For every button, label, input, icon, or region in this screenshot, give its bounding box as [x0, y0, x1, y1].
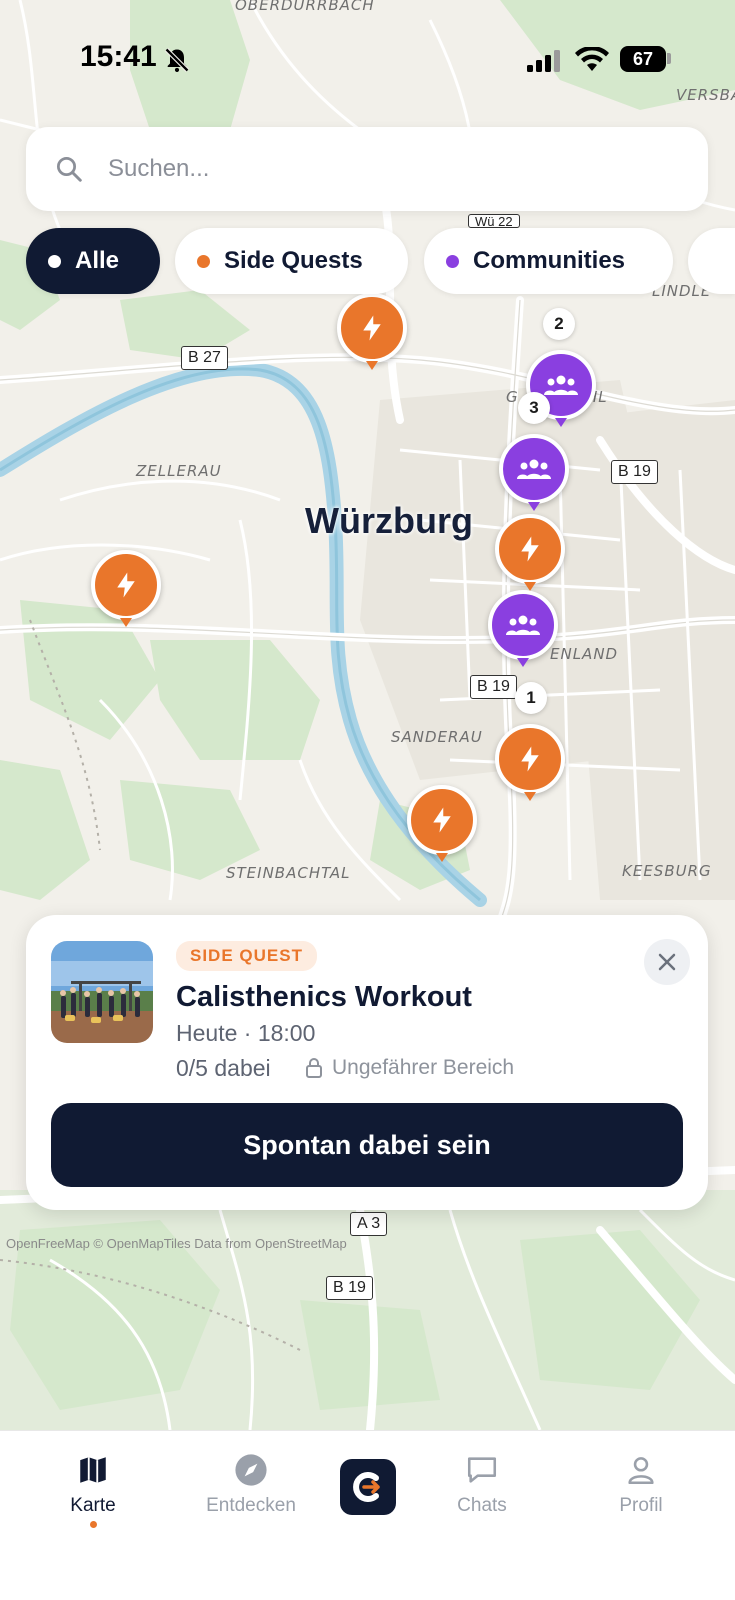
event-photo [51, 941, 153, 1043]
battery-icon: 67 [620, 46, 666, 72]
bottom-tab-bar: Karte Entdecken Chats Profil [0, 1430, 735, 1600]
event-preview-card[interactable]: SIDE QUEST Calisthenics Workout Heute · … [26, 915, 708, 1210]
district-label: ENLAND [550, 645, 619, 663]
side-quest-pin[interactable] [91, 550, 161, 630]
chat-icon [467, 1457, 497, 1483]
compass-icon [235, 1454, 267, 1486]
event-area-label: Ungefährer Bereich [332, 1056, 515, 1079]
filter-dot [446, 254, 459, 268]
tab-chats[interactable]: Chats [412, 1453, 552, 1543]
active-tab-indicator [89, 1521, 97, 1528]
road-shield: B 19 [326, 1276, 373, 1300]
event-location-precision: Ungefährer Bereich [304, 1056, 514, 1080]
filter-label: Alle [75, 247, 120, 274]
bolt-icon [521, 746, 539, 772]
cluster-count-badge: 2 [543, 308, 575, 340]
road-shield: B 19 [470, 675, 517, 699]
battery-tip [667, 53, 671, 64]
city-label: Würzburg [305, 500, 473, 541]
tab-label: Entdecken [206, 1495, 296, 1516]
filter-chip-communities[interactable]: Communities [424, 228, 673, 294]
filter-label: Side Quests [224, 247, 363, 274]
district-label: VERSBA [676, 86, 735, 104]
search-placeholder: Suchen... [108, 155, 210, 182]
battery-level: 67 [632, 48, 654, 69]
district-label: OBERDÜRRBACH [235, 0, 375, 14]
bolt-icon [363, 315, 381, 341]
lock-icon [306, 1058, 322, 1078]
road-shield: B 27 [181, 346, 228, 370]
close-card-button[interactable] [644, 939, 690, 985]
person-icon [628, 1457, 654, 1485]
event-type-badge: SIDE QUEST [176, 941, 317, 971]
signal-icon [527, 50, 560, 72]
app-logo-icon [353, 1472, 380, 1502]
bolt-icon [117, 572, 135, 598]
status-time: 15:41 [80, 40, 157, 73]
tab-entdecken[interactable]: Entdecken [181, 1453, 321, 1543]
filter-dot [48, 254, 61, 268]
district-label: STEINBACHTAL [226, 864, 351, 882]
bell-slash-icon [164, 47, 190, 73]
tab-profil[interactable]: Profil [571, 1453, 711, 1543]
filter-chip-side-quests[interactable]: Side Quests [175, 228, 408, 294]
wifi-icon [575, 47, 609, 71]
tab-label: Chats [457, 1495, 507, 1516]
event-time: Heute · 18:00 [176, 1020, 316, 1046]
tab-label: Profil [619, 1495, 663, 1516]
search-icon [57, 157, 82, 182]
cluster-count-badge: 3 [518, 392, 550, 424]
community-pin[interactable] [499, 434, 569, 514]
side-quest-pin[interactable] [495, 514, 565, 594]
side-quest-pin[interactable] [337, 293, 407, 373]
group-icon [544, 375, 578, 395]
district-label: G [506, 388, 519, 406]
district-label: ZELLERAU [136, 462, 222, 480]
district-label: SANDERAU [391, 728, 483, 746]
map-attribution[interactable]: OpenFreeMap © OpenMapTiles Data from Ope… [6, 1236, 347, 1251]
group-icon [517, 459, 551, 479]
road-shield: B 19 [611, 460, 658, 484]
join-spontaneously-button[interactable]: Spontan dabei sein [51, 1103, 683, 1187]
road-shield: A 3 [350, 1212, 388, 1236]
create-button[interactable] [340, 1459, 396, 1515]
event-title: Calisthenics Workout [176, 981, 472, 1013]
filter-chip-alle[interactable]: Alle [26, 228, 160, 294]
search-bar[interactable]: Suchen... [26, 127, 708, 211]
map-icon [80, 1457, 106, 1483]
bolt-icon [521, 536, 539, 562]
side-quest-pin[interactable] [407, 785, 477, 865]
event-participants: 0/5 dabei [176, 1055, 271, 1081]
road-shield: Wü 22 [468, 214, 520, 228]
cluster-count-badge: 1 [515, 682, 547, 714]
community-pin[interactable] [488, 590, 558, 670]
bolt-icon [433, 807, 451, 833]
group-icon [506, 615, 540, 635]
map-view[interactable]: OBERDÜRRBACH VERSBA LINDLE ZELLERAU ENLA… [0, 0, 735, 1430]
tab-karte[interactable]: Karte [23, 1453, 163, 1543]
district-label: KEESBURG [622, 862, 712, 880]
tab-label: Karte [70, 1495, 116, 1516]
filter-dot [197, 254, 210, 268]
close-icon [658, 953, 676, 971]
filter-label: Communities [473, 247, 626, 274]
side-quest-pin[interactable] [495, 724, 565, 804]
